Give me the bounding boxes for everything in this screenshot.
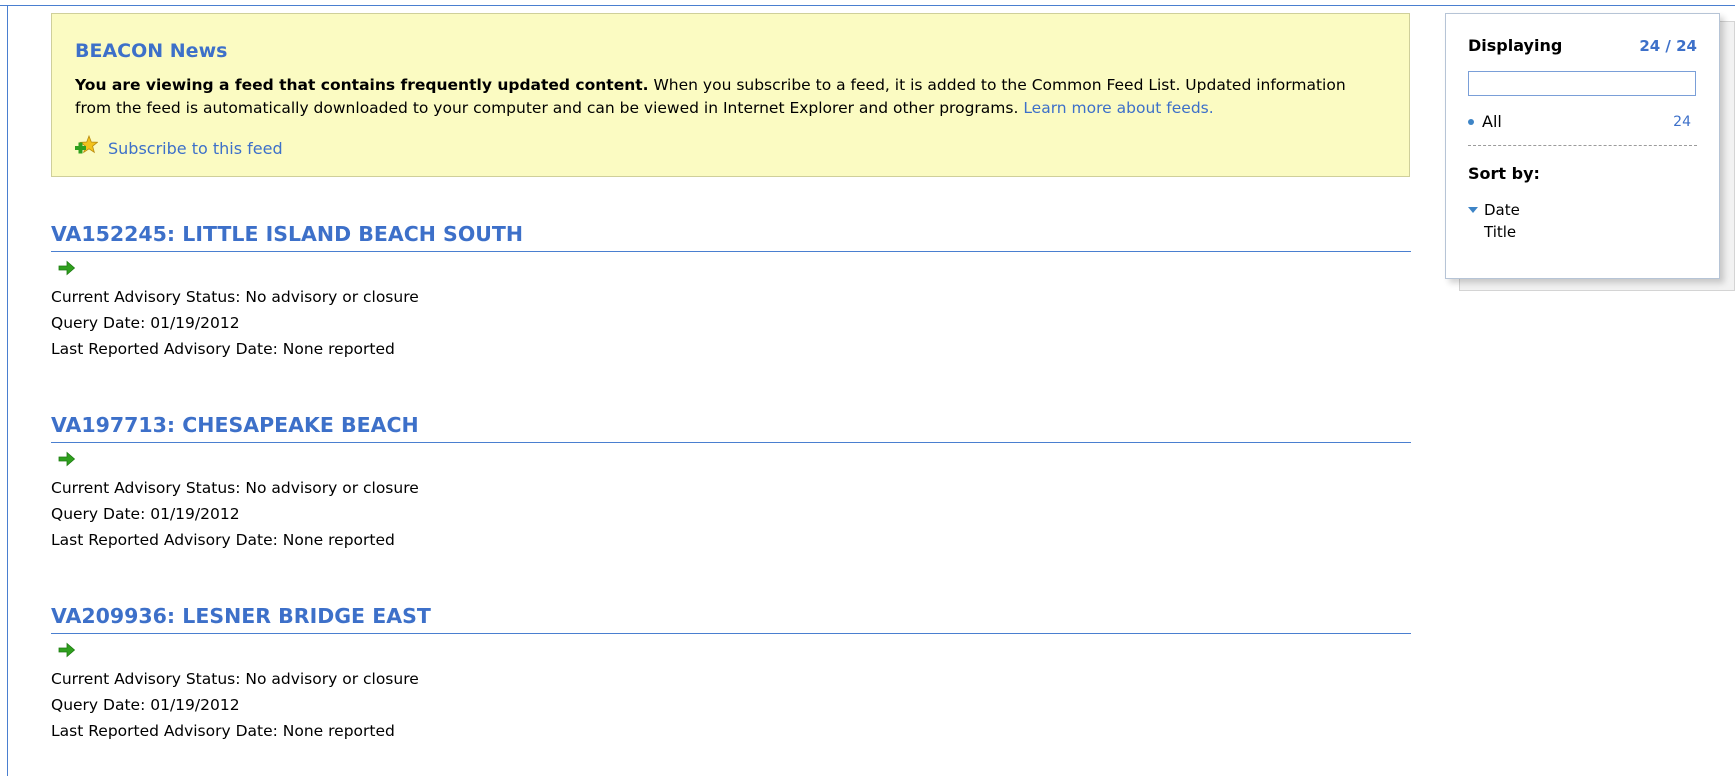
- subscribe-link[interactable]: Subscribe to this feed: [74, 134, 283, 161]
- star-plus-icon: [74, 134, 99, 161]
- feed-description: You are viewing a feed that contains fre…: [75, 74, 1385, 120]
- query-date: Query Date: 01/19/2012: [51, 505, 240, 523]
- sort-option-title[interactable]: Title: [1468, 221, 1697, 243]
- filter-input[interactable]: [1468, 71, 1696, 96]
- advisory-status: Current Advisory Status: No advisory or …: [51, 670, 419, 688]
- arrow-right-icon[interactable]: [58, 642, 76, 658]
- feed-item-title[interactable]: VA197713: CHESAPEAKE BEACH: [51, 413, 1411, 443]
- feed-item: VA197713: CHESAPEAKE BEACH Current Advis…: [51, 413, 1411, 553]
- sort-label: Sort by:: [1468, 164, 1540, 183]
- query-date: Query Date: 01/19/2012: [51, 314, 240, 332]
- category-all[interactable]: All 24: [1468, 112, 1697, 146]
- feed-title: BEACON News: [75, 40, 228, 62]
- sort-option-label[interactable]: Title: [1484, 221, 1516, 243]
- category-all-count: 24: [1673, 113, 1691, 130]
- advisory-status: Current Advisory Status: No advisory or …: [51, 479, 419, 497]
- last-reported-date: Last Reported Advisory Date: None report…: [51, 722, 395, 740]
- arrow-right-icon[interactable]: [58, 451, 76, 467]
- subscribe-label[interactable]: Subscribe to this feed: [108, 139, 283, 158]
- left-border: [7, 5, 8, 776]
- feed-item: VA152245: LITTLE ISLAND BEACH SOUTH Curr…: [51, 222, 1411, 362]
- feed-item-title[interactable]: VA152245: LITTLE ISLAND BEACH SOUTH: [51, 222, 1411, 252]
- displaying-row: Displaying 24 / 24: [1468, 36, 1697, 55]
- filter-panel: Displaying 24 / 24 All 24 Sort by: Date …: [1445, 13, 1720, 279]
- feed-description-bold: You are viewing a feed that contains fre…: [75, 76, 649, 94]
- sort-option-date[interactable]: Date: [1468, 199, 1697, 221]
- bullet-icon: [1468, 118, 1474, 125]
- category-all-link[interactable]: All: [1468, 112, 1502, 131]
- sort-options: Date Title: [1468, 199, 1697, 243]
- displaying-count: 24 / 24: [1639, 36, 1697, 55]
- learn-more-link[interactable]: Learn more about feeds.: [1023, 99, 1213, 117]
- sort-option-label[interactable]: Date: [1484, 199, 1520, 221]
- last-reported-date: Last Reported Advisory Date: None report…: [51, 531, 395, 549]
- sort-descending-icon: [1468, 207, 1478, 213]
- feed-info-box: BEACON News You are viewing a feed that …: [51, 13, 1410, 177]
- last-reported-date: Last Reported Advisory Date: None report…: [51, 340, 395, 358]
- advisory-status: Current Advisory Status: No advisory or …: [51, 288, 419, 306]
- displaying-label: Displaying: [1468, 36, 1563, 55]
- feed-item-title[interactable]: VA209936: LESNER BRIDGE EAST: [51, 604, 1411, 634]
- arrow-right-icon[interactable]: [58, 260, 76, 276]
- top-border: [0, 5, 1735, 6]
- query-date: Query Date: 01/19/2012: [51, 696, 240, 714]
- category-all-label[interactable]: All: [1482, 112, 1502, 131]
- feed-item: VA209936: LESNER BRIDGE EAST Current Adv…: [51, 604, 1411, 744]
